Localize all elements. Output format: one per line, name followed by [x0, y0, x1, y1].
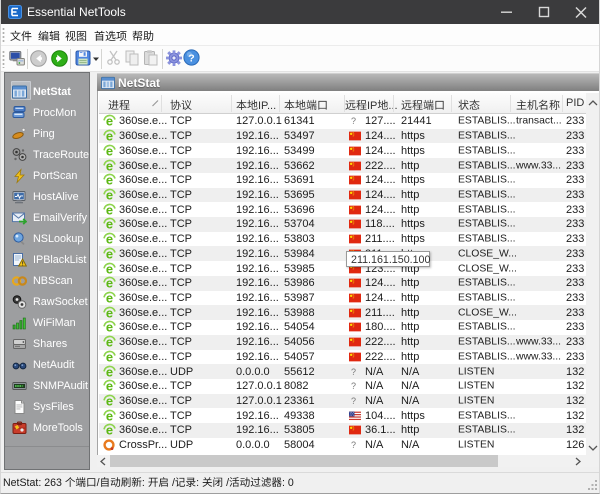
svg-text:?: ?: [188, 52, 194, 64]
